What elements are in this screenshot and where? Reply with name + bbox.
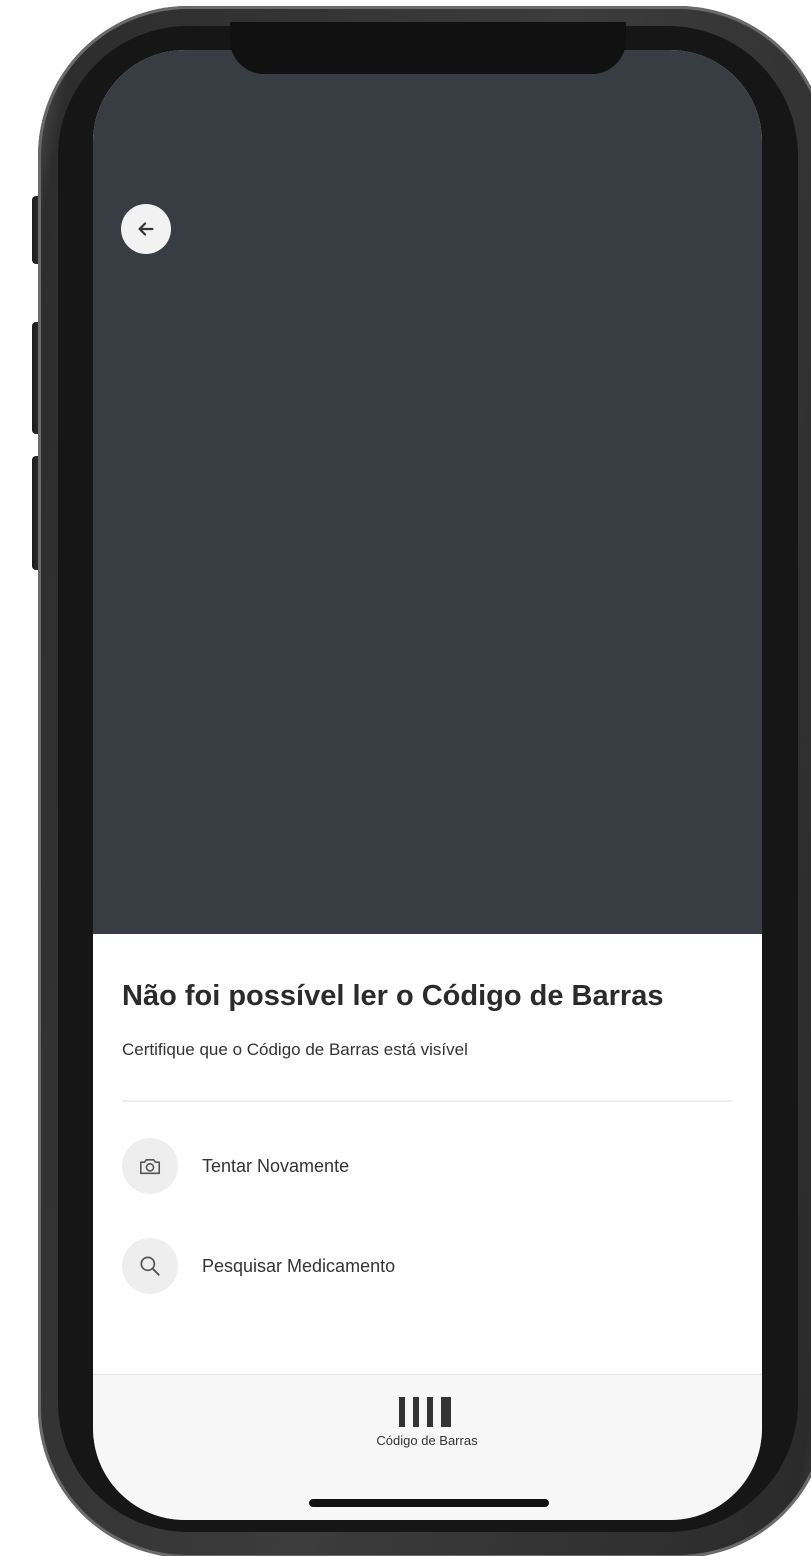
bottom-tab-bar: Código de Barras <box>93 1374 762 1520</box>
tab-barcode[interactable]: Código de Barras <box>327 1397 527 1457</box>
arrow-left-icon <box>138 222 154 236</box>
tab-barcode-label: Código de Barras <box>376 1433 478 1448</box>
back-button[interactable] <box>121 204 171 254</box>
camera-icon <box>139 1159 161 1175</box>
search-medicine-button[interactable]: Pesquisar Medicamento <box>122 1238 622 1294</box>
retry-label: Tentar Novamente <box>202 1155 350 1176</box>
camera-viewfinder <box>93 50 762 934</box>
search-icon <box>140 1256 160 1276</box>
error-sheet: Não foi possível ler o Código de Barras … <box>93 934 762 1374</box>
phone-notch <box>230 22 626 74</box>
search-medicine-label: Pesquisar Medicamento <box>202 1255 396 1276</box>
home-indicator <box>309 1499 549 1507</box>
retry-button[interactable]: Tentar Novamente <box>122 1138 622 1194</box>
barcode-icon <box>399 1397 451 1427</box>
error-title: Não foi possível ler o Código de Barras <box>122 980 664 1012</box>
retry-icon-container <box>122 1138 178 1194</box>
search-icon-container <box>122 1238 178 1294</box>
error-subtitle: Certifique que o Código de Barras está v… <box>122 1040 468 1059</box>
divider <box>122 1100 732 1102</box>
phone-screen: Não foi possível ler o Código de Barras … <box>93 50 762 1520</box>
device-stage: Não foi possível ler o Código de Barras … <box>0 0 811 1556</box>
